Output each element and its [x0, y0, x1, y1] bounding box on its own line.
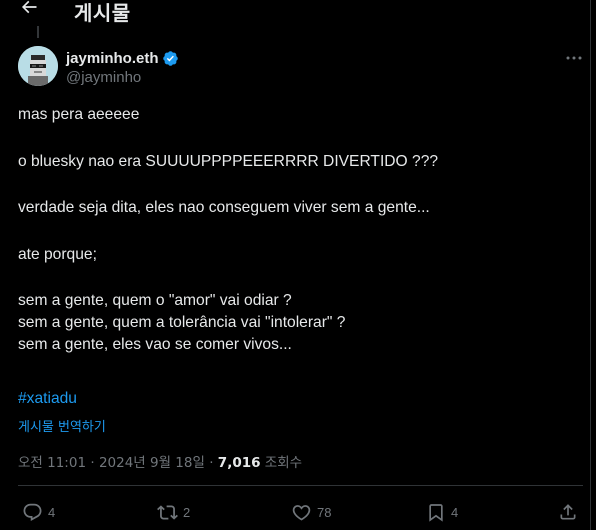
post-line: ate porque; [18, 245, 97, 263]
repost-count: 2 [183, 504, 191, 520]
post-line: sem a gente, quem o "amor" vai odiar ? [18, 292, 292, 309]
author-display-name[interactable]: jayminho.eth [66, 50, 159, 67]
page-header: 게시물 [0, 0, 590, 26]
author-handle[interactable]: @jayminho [66, 69, 179, 86]
like-count: 78 [317, 504, 332, 520]
back-button[interactable] [14, 0, 44, 22]
divider [18, 485, 583, 486]
views-label: 조회수 [264, 455, 303, 471]
bookmark-icon [426, 502, 446, 523]
post-line: sem a gente, quem a tolerância vai "into… [18, 314, 346, 331]
bookmark-count: 4 [451, 504, 459, 520]
meta-separator: · [90, 455, 99, 471]
back-arrow-icon [19, 0, 39, 17]
post-line: o bluesky nao era SUUUUPPPPEEERRRR DIVER… [18, 152, 439, 170]
post-time[interactable]: 오전 11:01 [18, 455, 86, 471]
post-author: jayminho.eth @jayminho [66, 49, 179, 86]
post-date[interactable]: 2024년 9월 18일 [99, 455, 205, 471]
more-icon [566, 56, 582, 60]
post-text: mas pera aeeeee o bluesky nao era SUUUUP… [18, 104, 578, 356]
post-line: verdade seja dita, eles nao conseguem vi… [18, 199, 430, 216]
share-icon [558, 502, 578, 522]
translate-post-link[interactable]: 게시물 번역하기 [18, 416, 106, 435]
reply-icon [22, 502, 43, 523]
meta-separator: · [209, 455, 218, 471]
reply-count: 4 [48, 504, 56, 520]
thread-connector [37, 26, 39, 38]
repost-icon [157, 502, 178, 523]
reply-button[interactable]: 4 [22, 497, 55, 527]
bookmark-button[interactable]: 4 [426, 497, 458, 527]
repost-button[interactable]: 2 [157, 497, 190, 527]
share-button[interactable] [558, 497, 578, 527]
avatar[interactable] [18, 46, 58, 86]
post-line: mas pera aeeeee [18, 106, 140, 123]
hashtag-link[interactable]: #xatiadu [18, 390, 77, 408]
page-title: 게시물 [74, 1, 131, 25]
action-bar: 4 2 78 4 [0, 497, 590, 527]
post-line: sem a gente, eles vao se comer vivos... [18, 336, 292, 353]
verified-badge-icon[interactable] [162, 50, 179, 67]
views-count: 7,016 [217, 455, 261, 471]
like-button[interactable]: 78 [291, 497, 331, 527]
column-border [590, 0, 591, 530]
more-options-button[interactable] [562, 48, 586, 68]
post-meta: 오전 11:01 · 2024년 9월 18일 · 7,016 조회수 [18, 451, 302, 471]
like-icon [291, 502, 312, 523]
